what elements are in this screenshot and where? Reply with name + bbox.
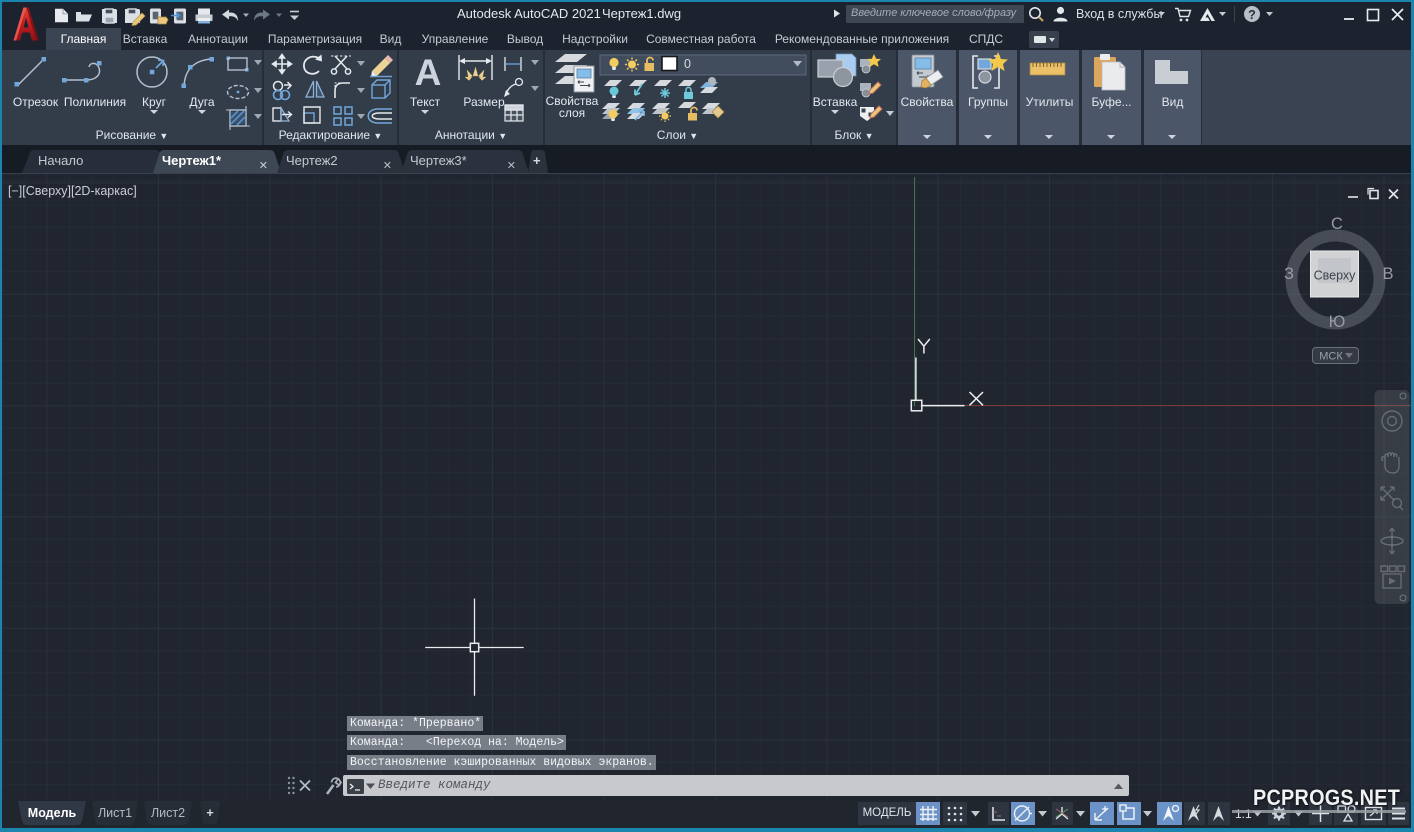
svg-text:В: В <box>1382 265 1393 283</box>
svg-text:0: 0 <box>684 57 691 71</box>
svg-text:С: С <box>1331 215 1343 233</box>
svg-text:МСК: МСК <box>1319 351 1343 363</box>
svg-text:?: ? <box>1248 8 1256 22</box>
svg-text:З: З <box>1284 265 1294 283</box>
svg-text:A: A <box>415 52 442 93</box>
svg-text:Ю: Ю <box>1329 313 1346 331</box>
svg-text:Сверху: Сверху <box>1314 269 1357 283</box>
